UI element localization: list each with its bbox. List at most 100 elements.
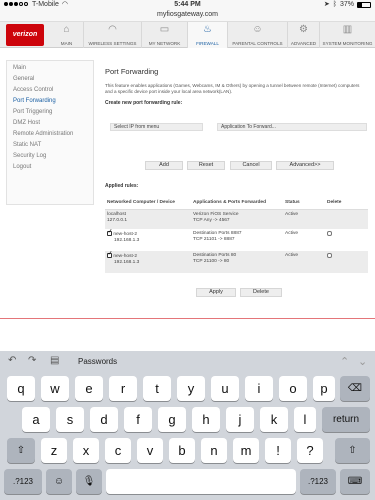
device-name: localhost	[107, 211, 126, 217]
key-m[interactable]: m	[233, 438, 259, 463]
key-n[interactable]: n	[201, 438, 227, 463]
key-j[interactable]: j	[226, 407, 254, 432]
application-select[interactable]: Application To Forward...	[217, 123, 367, 131]
ip-select[interactable]: Select IP from menu	[110, 123, 203, 131]
cancel-button[interactable]: Cancel	[230, 161, 272, 170]
space-key[interactable]	[106, 469, 296, 494]
key-question[interactable]: ?	[297, 438, 323, 463]
device-ip: 192.168.1.3	[114, 259, 140, 265]
key-a[interactable]: a	[22, 407, 50, 432]
delete-button[interactable]: Delete	[240, 288, 282, 297]
device-ip: 192.168.1.3	[114, 237, 140, 243]
advanced-button[interactable]: Advanced>>	[276, 161, 334, 170]
shift-key[interactable]: ⇧	[7, 438, 35, 463]
numbers-key-right[interactable]: .?123	[300, 469, 336, 494]
key-e[interactable]: e	[75, 376, 103, 401]
bars-icon: ▥	[342, 24, 353, 35]
sidebar-item-remote-administration[interactable]: Remote Administration	[13, 129, 93, 140]
key-g[interactable]: g	[158, 407, 186, 432]
sidebar-item-main[interactable]: Main	[13, 63, 93, 74]
rule-enable-checkbox[interactable]	[107, 229, 113, 236]
passwords-button[interactable]: Passwords	[78, 357, 117, 366]
delete-checkbox[interactable]	[327, 253, 332, 258]
return-key[interactable]: return	[322, 407, 370, 432]
nav-system-monitoring[interactable]: ▥ SYSTEM MONITORING	[320, 22, 375, 48]
key-b[interactable]: b	[169, 438, 195, 463]
key-r[interactable]: r	[109, 376, 137, 401]
key-x[interactable]: x	[73, 438, 99, 463]
apply-button[interactable]: Apply	[196, 288, 236, 297]
key-d[interactable]: d	[90, 407, 118, 432]
port-mapping: TCP Any -> 4567	[193, 217, 230, 223]
sidebar-item-dmz-host[interactable]: DMZ Host	[13, 118, 93, 129]
key-h[interactable]: h	[192, 407, 220, 432]
nav-firewall[interactable]: ♨ FIREWALL	[188, 22, 228, 48]
redo-icon[interactable]: ↷	[28, 355, 36, 366]
page-description: This feature enables applications (Games…	[105, 83, 360, 94]
numbers-key-left[interactable]: .?123	[4, 469, 42, 494]
people-icon: ☺	[252, 24, 263, 35]
col-header-device: Networked Computer / Device	[105, 197, 191, 210]
key-l[interactable]: l	[294, 407, 316, 432]
delete-checkbox[interactable]	[327, 231, 332, 236]
key-t[interactable]: t	[143, 376, 171, 401]
battery-icon	[357, 2, 371, 8]
key-w[interactable]: w	[41, 376, 69, 401]
next-field-icon[interactable]: ⌄	[358, 355, 367, 368]
key-s[interactable]: s	[56, 407, 84, 432]
key-y[interactable]: y	[177, 376, 205, 401]
dictation-key[interactable]: 🎙	[76, 469, 102, 494]
nav-wireless-settings[interactable]: ◠ WIRELESS SETTINGS	[84, 22, 142, 48]
previous-field-icon[interactable]: ⌃	[340, 355, 349, 368]
add-button[interactable]: Add	[145, 161, 183, 170]
port-forwarding-panel: Port Forwarding This feature enables app…	[100, 60, 370, 305]
reset-button[interactable]: Reset	[187, 161, 225, 170]
emoji-key[interactable]: ☺	[46, 469, 72, 494]
shift-key-right[interactable]: ⇧	[335, 438, 370, 463]
backspace-icon: ⌫	[347, 383, 363, 394]
nav-advanced[interactable]: ⚙ ADVANCED	[288, 22, 320, 48]
backspace-key[interactable]: ⌫	[340, 376, 370, 401]
rule-enable-checkbox[interactable]	[107, 251, 113, 258]
status-bar: T-Mobile ◠ 5:44 PM ➤ ᛒ 37%	[0, 0, 375, 10]
key-q[interactable]: q	[7, 376, 35, 401]
key-p[interactable]: p	[313, 376, 335, 401]
sidebar-item-access-control[interactable]: Access Control	[13, 85, 93, 96]
shift-icon: ⇧	[16, 445, 26, 456]
table-row: new-host-2 192.168.1.3 Destination Ports…	[105, 229, 368, 251]
key-u[interactable]: u	[211, 376, 239, 401]
sidebar-item-port-forwarding[interactable]: Port Forwarding	[13, 96, 93, 107]
key-f[interactable]: f	[124, 407, 152, 432]
paste-icon[interactable]: ▤	[50, 355, 59, 366]
sidebar-item-general[interactable]: General	[13, 74, 93, 85]
hide-keyboard-key[interactable]: ⌨	[340, 469, 370, 494]
firewall-sidebar: Main General Access Control Port Forward…	[6, 60, 94, 205]
nav-main[interactable]: ⌂ MAIN	[50, 22, 84, 48]
key-z[interactable]: z	[41, 438, 67, 463]
rule-status: Active	[285, 231, 299, 236]
nav-parental-controls[interactable]: ☺ PARENTAL CONTROLS	[228, 22, 288, 48]
key-k[interactable]: k	[260, 407, 288, 432]
gear-icon: ⚙	[299, 24, 308, 35]
device-name: new-host-2	[113, 253, 138, 259]
url-bar[interactable]: myfiosgateway.com	[0, 10, 375, 22]
bluetooth-icon: ᛒ	[332, 1, 337, 8]
key-exclamation[interactable]: !	[265, 438, 291, 463]
nav-my-network[interactable]: ▭ MY NETWORK	[142, 22, 188, 48]
key-i[interactable]: i	[245, 376, 273, 401]
sidebar-item-security-log[interactable]: Security Log	[13, 151, 93, 162]
table-header-row: Networked Computer / Device Applications…	[105, 197, 368, 210]
device-ip: 127.0.0.1	[107, 217, 128, 223]
keyboard-toolbar: ↶ ↷ ▤ Passwords ⌃ ⌄	[0, 351, 375, 371]
col-header-delete: Delete	[325, 197, 368, 210]
key-v[interactable]: v	[137, 438, 163, 463]
sidebar-item-port-triggering[interactable]: Port Triggering	[13, 107, 93, 118]
undo-icon[interactable]: ↶	[8, 355, 16, 366]
router-header: verizon ⌂ MAIN ◠ WIRELESS SETTINGS ▭ MY …	[0, 22, 375, 48]
sidebar-item-logout[interactable]: Logout	[13, 162, 93, 173]
key-c[interactable]: c	[105, 438, 131, 463]
verizon-logo[interactable]: verizon	[6, 24, 44, 46]
key-o[interactable]: o	[279, 376, 307, 401]
sidebar-item-static-nat[interactable]: Static NAT	[13, 140, 93, 151]
port-mapping: TCP 21100 -> 80	[193, 259, 230, 264]
